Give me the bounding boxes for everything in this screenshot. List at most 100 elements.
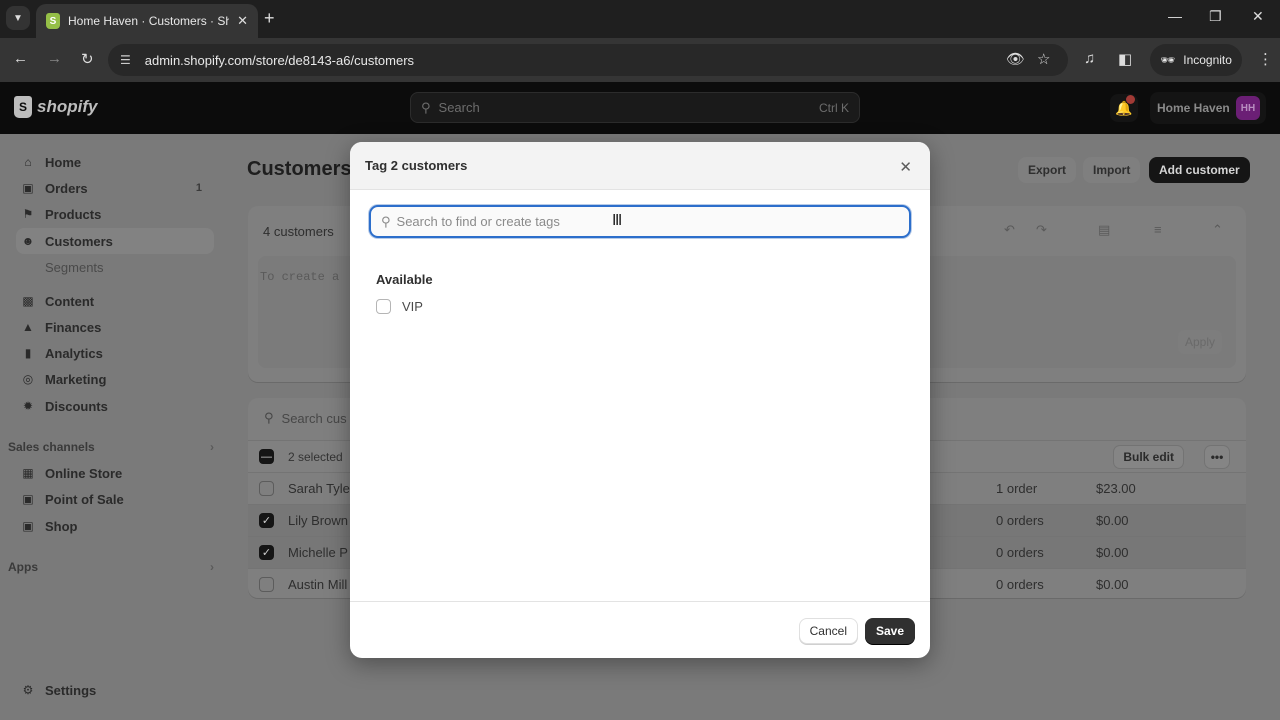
- row-checkbox[interactable]: [259, 577, 274, 592]
- shopify-bag-icon: S: [14, 96, 32, 118]
- tag-option-vip[interactable]: VIP: [376, 299, 423, 314]
- sidebar-item-label: Discounts: [45, 398, 108, 414]
- more-actions-button[interactable]: •••: [1204, 444, 1230, 469]
- select-all-checkbox[interactable]: —: [259, 449, 274, 464]
- sidebar-item-finances[interactable]: ▲ Finances: [16, 314, 214, 340]
- customer-name: Michelle P: [288, 545, 348, 560]
- browser-menu-icon[interactable]: ⋮: [1258, 50, 1273, 68]
- side-panel-icon[interactable]: ◧: [1118, 50, 1132, 68]
- sidebar-item-online-store[interactable]: ▦ Online Store: [16, 460, 214, 486]
- sidebar-item-discounts[interactable]: ✹ Discounts: [16, 393, 214, 419]
- amount-spent: $0.00: [1096, 545, 1129, 560]
- sidebar-item-label: Point of Sale: [45, 491, 124, 507]
- notification-badge: [1126, 95, 1135, 104]
- sidebar-item-label: Content: [45, 293, 95, 309]
- filter-lines-icon[interactable]: ≡: [1154, 222, 1162, 237]
- sales-channels-section[interactable]: Sales channels ›: [8, 440, 214, 454]
- chevron-down-icon: ▼: [13, 12, 23, 24]
- sidebar-item-settings[interactable]: ⚙ Settings: [16, 677, 214, 703]
- customer-count: 4 customers: [263, 224, 334, 239]
- restore-window-button[interactable]: ❐: [1209, 8, 1222, 25]
- row-checkbox[interactable]: ✓: [259, 513, 274, 528]
- tab-title: Home Haven · Customers · Sho: [68, 14, 230, 28]
- export-button[interactable]: Export: [1018, 157, 1077, 183]
- pos-icon: ▣: [22, 492, 34, 506]
- undo-icon[interactable]: ↶: [1004, 222, 1015, 238]
- incognito-label: Incognito: [1183, 53, 1232, 67]
- row-checkbox[interactable]: [259, 481, 274, 496]
- template-icon[interactable]: ▤: [1098, 222, 1110, 238]
- tag-search-input[interactable]: [396, 214, 909, 229]
- section-label: Sales channels: [8, 440, 95, 454]
- gear-icon: ⚙: [22, 683, 34, 697]
- tab-search-button[interactable]: ▼: [6, 6, 30, 30]
- sidebar-item-customers[interactable]: ☻ Customers: [16, 228, 214, 254]
- store-menu-button[interactable]: Home Haven HH: [1150, 92, 1266, 124]
- sidebar-item-marketing[interactable]: ◎ Marketing: [16, 366, 214, 392]
- apps-section[interactable]: Apps ›: [8, 560, 214, 574]
- reload-icon[interactable]: ↻: [81, 50, 94, 68]
- sidebar-item-home[interactable]: ⌂ Home: [16, 149, 214, 175]
- browser-toolbar: ← → ↻ ☰ admin.shopify.com/store/de8143-a…: [0, 38, 1280, 82]
- customer-search-input[interactable]: ⚲ Search cus: [264, 410, 347, 426]
- bank-icon: ▲: [22, 320, 34, 334]
- sidebar-item-point-of-sale[interactable]: ▣ Point of Sale: [16, 486, 214, 512]
- avatar: HH: [1236, 96, 1260, 120]
- search-icon: ⚲: [381, 213, 391, 229]
- browser-tabstrip: ▼ S Home Haven · Customers · Sho ✕ + — ❐…: [0, 0, 1280, 38]
- apply-button[interactable]: Apply: [1178, 330, 1222, 354]
- bulk-edit-button[interactable]: Bulk edit: [1113, 444, 1184, 469]
- address-bar[interactable]: ☰ admin.shopify.com/store/de8143-a6/cust…: [108, 44, 1068, 76]
- tracking-protection-eye-icon[interactable]: 👁: [1006, 50, 1025, 68]
- amount-spent: $23.00: [1096, 481, 1136, 496]
- browser-tab-active[interactable]: S Home Haven · Customers · Sho ✕: [36, 4, 258, 38]
- customer-name: Austin Mill: [288, 577, 348, 592]
- close-window-button[interactable]: ✕: [1252, 8, 1264, 25]
- modal-header: Tag 2 customers ✕: [350, 142, 930, 190]
- shopify-logo[interactable]: S shopify: [14, 96, 97, 118]
- sidebar-item-orders[interactable]: ▣ Orders 1: [16, 175, 214, 201]
- search-icon: ⚲: [421, 99, 431, 115]
- sidebar-item-label: Finances: [45, 319, 102, 335]
- person-icon: ☻: [21, 234, 35, 248]
- tag-search-field[interactable]: ⚲ Ⅲ: [369, 205, 911, 238]
- import-button[interactable]: Import: [1083, 157, 1141, 183]
- order-count: 0 orders: [996, 577, 1044, 592]
- sidebar-item-content[interactable]: ▩ Content: [16, 288, 214, 314]
- order-count: 0 orders: [996, 513, 1044, 528]
- editor-placeholder: To create a: [260, 270, 340, 284]
- sidebar-item-label: Customers: [45, 233, 113, 249]
- minimize-window-button[interactable]: —: [1168, 8, 1182, 24]
- incognito-profile-button[interactable]: 🕶 Incognito: [1150, 44, 1242, 76]
- collapse-chevron-up-icon[interactable]: ⌃: [1212, 222, 1223, 238]
- sidebar-item-shop[interactable]: ▣ Shop: [16, 513, 214, 539]
- row-checkbox[interactable]: ✓: [259, 545, 274, 560]
- sidebar-item-label: Marketing: [45, 371, 107, 387]
- add-customer-button[interactable]: Add customer: [1149, 157, 1250, 183]
- forward-arrow-icon[interactable]: →: [47, 50, 62, 67]
- order-count: 0 orders: [996, 545, 1044, 560]
- url-text: admin.shopify.com/store/de8143-a6/custom…: [144, 52, 415, 68]
- global-search-input[interactable]: ⚲ Search Ctrl K: [410, 92, 860, 123]
- sidebar-item-segments[interactable]: Segments: [16, 254, 214, 280]
- tag-icon: ⚑: [22, 207, 34, 221]
- incognito-icon: 🕶: [1160, 53, 1176, 67]
- redo-icon[interactable]: ↷: [1036, 222, 1047, 238]
- close-icon[interactable]: ✕: [899, 158, 912, 176]
- sidebar-item-label: Home: [45, 154, 82, 170]
- sidebar-item-products[interactable]: ⚑ Products: [16, 201, 214, 227]
- shop-icon: ▣: [22, 519, 34, 533]
- site-info-icon[interactable]: ☰: [120, 53, 131, 67]
- notifications-button[interactable]: 🔔: [1110, 94, 1138, 122]
- sidebar-item-analytics[interactable]: ▮ Analytics: [16, 340, 214, 366]
- back-arrow-icon[interactable]: ←: [13, 50, 28, 67]
- order-count: 1 order: [996, 481, 1038, 496]
- tag-checkbox[interactable]: [376, 299, 391, 314]
- close-tab-icon[interactable]: ✕: [237, 13, 248, 29]
- tag-customers-modal: Tag 2 customers ✕ ⚲ Ⅲ Available VIP Canc…: [350, 142, 930, 658]
- save-button[interactable]: Save: [864, 618, 915, 644]
- cancel-button[interactable]: Cancel: [798, 618, 858, 644]
- bookmark-star-icon[interactable]: ☆: [1037, 50, 1050, 68]
- new-tab-button[interactable]: +: [264, 8, 275, 29]
- media-control-icon[interactable]: ♫: [1084, 50, 1095, 67]
